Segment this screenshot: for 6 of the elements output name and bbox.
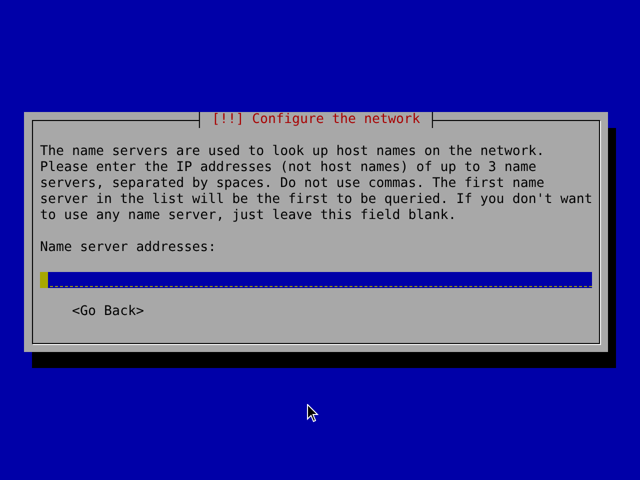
description-text: The name servers are used to look up host names on the network. Please enter the IP addresses (not host names) of up to 3 name servers, separated by spaces. Do not use commas. The first name server in the list will be the first to be queried. If you don't want to use any name server, just leave this field blank. bbox=[40, 144, 592, 224]
dialog-title: [!!] Configure the network bbox=[198, 112, 434, 128]
input-field[interactable] bbox=[40, 272, 592, 288]
go-back-button[interactable]: <Go Back> bbox=[72, 304, 144, 320]
mouse-pointer-icon bbox=[307, 404, 319, 424]
field-label: Name server addresses: bbox=[40, 240, 218, 256]
